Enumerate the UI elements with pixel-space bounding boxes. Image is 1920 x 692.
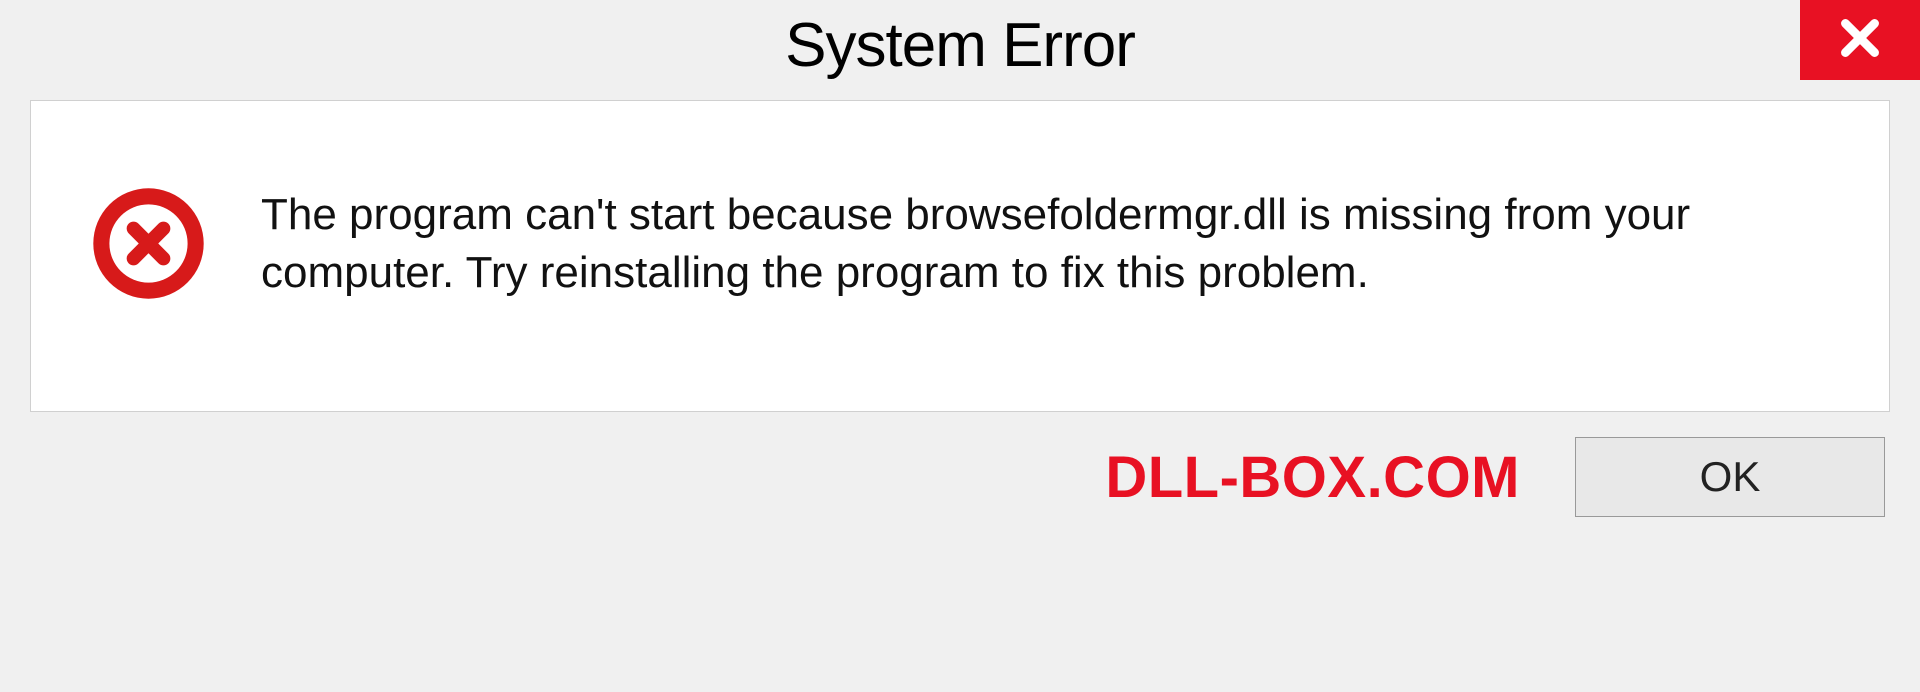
error-dialog: System Error The program can't start bec… xyxy=(0,0,1920,692)
ok-button-label: OK xyxy=(1700,453,1761,501)
error-message: The program can't start because browsefo… xyxy=(261,186,1829,300)
dialog-footer: DLL-BOX.COM OK xyxy=(0,412,1920,517)
watermark-text: DLL-BOX.COM xyxy=(1105,444,1520,511)
title-bar: System Error xyxy=(0,0,1920,100)
close-icon xyxy=(1835,13,1885,68)
error-icon xyxy=(91,186,206,301)
dialog-title: System Error xyxy=(785,10,1135,81)
ok-button[interactable]: OK xyxy=(1575,437,1885,517)
close-button[interactable] xyxy=(1800,0,1920,80)
content-panel: The program can't start because browsefo… xyxy=(30,100,1890,412)
